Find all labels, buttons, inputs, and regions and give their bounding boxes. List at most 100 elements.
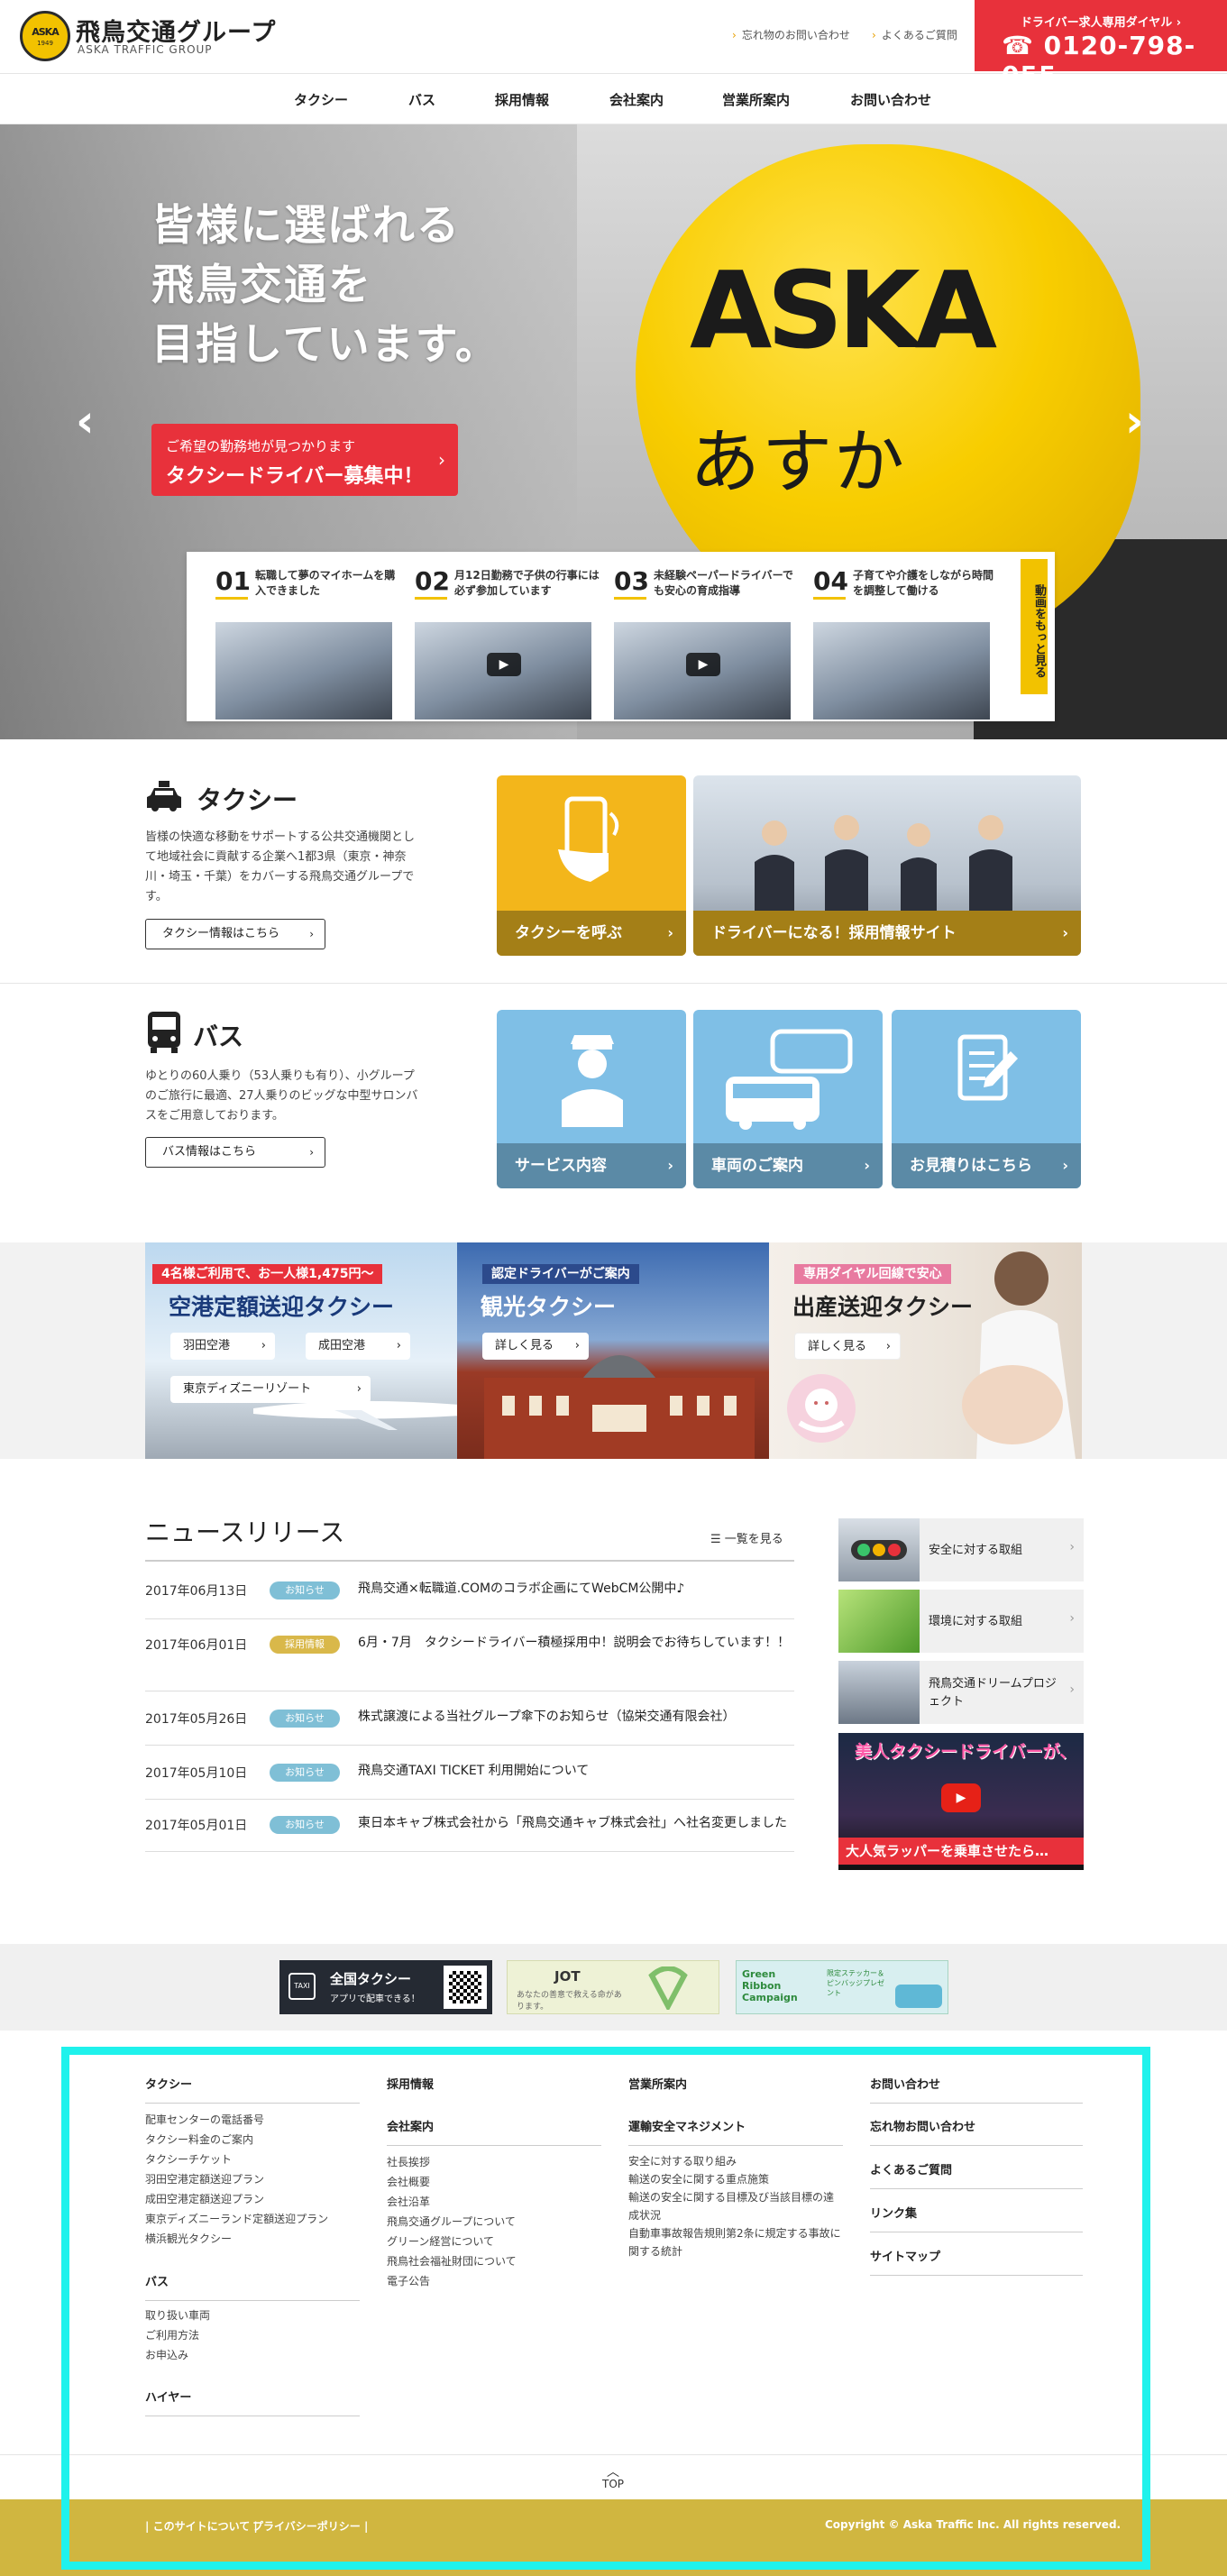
youtube-play-icon[interactable]: ▶ (941, 1783, 981, 1812)
tile-call-taxi[interactable]: タクシーを呼ぶ › (497, 775, 686, 956)
taxi-info-button[interactable]: タクシー情報はこちら › (145, 919, 325, 949)
driver-dial-box[interactable]: ドライバー求人専用ダイヤル › ☎ 0120-798-055 (975, 0, 1227, 90)
footer-heading[interactable]: ハイヤー (145, 2388, 360, 2416)
footer-link[interactable]: 社長挨拶 (387, 2152, 517, 2172)
footer-heading[interactable]: よくあるご質問 (870, 2160, 1083, 2189)
hero-recruit-button[interactable]: ご希望の勤務地が見つかります タクシードライバー募集中！ › (151, 424, 458, 496)
nav-item-contact[interactable]: お問い合わせ (850, 90, 931, 109)
footer-link[interactable]: 輸送の安全に関する重点施策 (628, 2170, 843, 2188)
news-row[interactable]: 2017年06月13日 お知らせ 飛鳥交通×転職道.COMのコラボ企画にてWeb… (145, 1562, 794, 1619)
video-thumbnail[interactable] (215, 622, 392, 720)
logo-mark[interactable]: ASKA 1949 (20, 11, 70, 61)
footer-link[interactable]: 安全に対する取り組み (628, 2152, 843, 2170)
side-link-dream-project[interactable]: 飛鳥交通ドリームプロジェクト › (838, 1661, 1084, 1724)
footer-heading[interactable]: お問い合わせ (870, 2075, 1083, 2104)
footer-heading[interactable]: バス (145, 2272, 360, 2301)
promo-button-disney[interactable]: 東京ディズニーリゾート › (170, 1376, 371, 1403)
footer-link[interactable]: 取り扱い車両 (145, 2306, 210, 2325)
nav-item-recruit[interactable]: 採用情報 (495, 90, 549, 109)
play-icon[interactable]: ▶ (686, 653, 720, 676)
footer-link[interactable]: 輸送の安全に関する目標及び当該目標の達成状況 (628, 2188, 843, 2224)
util-link-faq[interactable]: › よくあるご質問 (872, 27, 957, 42)
nav-item-taxi[interactable]: タクシー (294, 90, 348, 109)
footer-link[interactable]: 成田空港定額送迎プラン (145, 2189, 328, 2209)
news-text[interactable]: 株式譲渡による当社グループ傘下のお知らせ（協栄交通有限会社） (358, 1706, 791, 1728)
nav-item-company[interactable]: 会社案内 (609, 90, 664, 109)
side-link-environment[interactable]: 環境に対する取組 › (838, 1590, 1084, 1653)
promo-button-haneda[interactable]: 羽田空港 › (170, 1333, 275, 1360)
footer-link[interactable]: 東京ディズニーランド定額送迎プラン (145, 2209, 328, 2229)
video-number: 02 (415, 566, 450, 596)
footer-link[interactable]: タクシー料金のご案内 (145, 2130, 328, 2150)
footer-link[interactable]: グリーン経営について (387, 2232, 517, 2251)
video-thumbnail[interactable]: ▶ (415, 622, 591, 720)
taxi-app-icon: TAXI (288, 1973, 316, 2000)
footer-bottom-link[interactable]: | このサイトについて | (145, 2518, 258, 2534)
tile-bus-service[interactable]: サービス内容 › (497, 1010, 686, 1188)
footer-link[interactable]: 電子公告 (387, 2271, 517, 2291)
video-thumbnail[interactable] (813, 622, 990, 720)
chevron-right-icon: › (732, 29, 737, 41)
nav-item-bus[interactable]: バス (408, 90, 435, 109)
news-text[interactable]: 東日本キャブ株式会社から「飛鳥交通キャブ株式会社」へ社名変更しました (358, 1812, 791, 1834)
footer-link[interactable]: お申込み (145, 2345, 210, 2365)
slider-prev-icon[interactable]: ‹ (76, 395, 95, 447)
video-thumbnail[interactable]: ▶ (614, 622, 791, 720)
tile-bus-estimate[interactable]: お見積りはこちら › (892, 1010, 1081, 1188)
promo-maternity[interactable]: 専用ダイヤル回線で安心 出産送迎タクシー 詳しく見る › (769, 1242, 1082, 1459)
footer-heading[interactable]: リンク集 (870, 2204, 1083, 2232)
news-row[interactable]: 2017年05月10日 お知らせ 飛鳥交通TAXI TICKET 利用開始につい… (145, 1746, 794, 1800)
green-ribbon-icon (643, 1966, 693, 2012)
bus-description: ゆとりの60人乗り（53人乗りも有り）、小グループのご旅行に最適、27人乗りのビ… (145, 1069, 418, 1123)
banner-green-ribbon[interactable]: Green Ribbon Campaign 限定ステッカー＆ピンバッジプレゼント (736, 1960, 948, 2014)
footer-heading[interactable]: 忘れ物お問い合わせ (870, 2117, 1083, 2146)
bus-info-button[interactable]: バス情報はこちら › (145, 1137, 325, 1168)
play-icon[interactable]: ▶ (487, 653, 521, 676)
news-text[interactable]: 6月・7月 タクシードライバー積極採用中！説明会でお待ちしています！！ (358, 1632, 791, 1654)
promo-button-details[interactable]: 詳しく見る › (482, 1333, 589, 1360)
footer-heading[interactable]: 運輸安全マネジメント (628, 2117, 843, 2146)
news-row[interactable]: 2017年05月26日 お知らせ 株式譲渡による当社グループ傘下のお知らせ（協栄… (145, 1691, 794, 1746)
footer-link[interactable]: 会社沿革 (387, 2192, 517, 2212)
footer-link[interactable]: 横浜観光タクシー (145, 2229, 328, 2249)
footer-heading[interactable]: 採用情報 (387, 2075, 434, 2092)
news-list-label: 一覧を見る (724, 1533, 783, 1546)
promo-button-details[interactable]: 詳しく見る › (794, 1333, 901, 1360)
footer-bottom-link[interactable]: プライバシーポリシー | (252, 2518, 368, 2534)
back-to-top-button[interactable]: ︿ TOP (598, 2466, 628, 2499)
nav-item-offices[interactable]: 営業所案内 (722, 90, 790, 109)
footer-link[interactable]: 羽田空港定額送迎プラン (145, 2169, 328, 2189)
footer-heading[interactable]: サイトマップ (870, 2247, 1083, 2276)
footer-link[interactable]: 飛鳥交通グループについて (387, 2212, 517, 2232)
video-banner[interactable]: 美人タクシードライバーが、 ▶ 大人気ラッパーを乗車させたら… (838, 1733, 1084, 1870)
banner-jot[interactable]: JOT あなたの善意で救える命があります。 (507, 1960, 719, 2014)
slider-next-icon[interactable]: › (1125, 395, 1144, 447)
footer-heading[interactable]: タクシー (145, 2075, 360, 2104)
footer-link[interactable]: 会社概要 (387, 2172, 517, 2192)
side-link-safety[interactable]: 安全に対する取組 › (838, 1518, 1084, 1581)
promo-button-narita[interactable]: 成田空港 › (306, 1333, 410, 1360)
footer-heading[interactable]: 会社案内 (387, 2117, 601, 2146)
footer-heading[interactable]: 営業所案内 (628, 2075, 687, 2092)
tile-bus-vehicles[interactable]: 車両のご案内 › (693, 1010, 883, 1188)
footer-link[interactable]: ご利用方法 (145, 2325, 210, 2345)
news-text[interactable]: 飛鳥交通×転職道.COMのコラボ企画にてWebCM公開中♪ (358, 1578, 791, 1600)
news-row[interactable]: 2017年05月01日 お知らせ 東日本キャブ株式会社から「飛鳥交通キャブ株式会… (145, 1800, 794, 1852)
hero-title-line: 皆様に選ばれる (151, 201, 461, 251)
chevron-right-icon: › (396, 1339, 401, 1352)
more-videos-button[interactable]: 動画をもっと見る (1021, 559, 1048, 694)
news-row[interactable]: 2017年06月01日 採用情報 6月・7月 タクシードライバー積極採用中！説明… (145, 1619, 794, 1691)
footer-link[interactable]: 自動車事故報告規則第2条に規定する事故に関する統計 (628, 2224, 843, 2260)
banner-ribbon-text: 限定ステッカー＆ピンバッジプレゼント (827, 1969, 884, 1997)
logo-year: 1949 (37, 39, 53, 47)
util-link-lost-items[interactable]: › 忘れ物のお問い合わせ (732, 27, 850, 42)
banner-zenkoku-taxi[interactable]: TAXI 全国タクシー アプリで配車できる！ (279, 1960, 492, 2014)
promo-airport[interactable]: 4名様ご利用で、お一人様1,475円〜 空港定額送迎タクシー 羽田空港 › 成田空… (145, 1242, 457, 1459)
news-list-link[interactable]: ☰ 一覧を見る (710, 1529, 783, 1546)
promo-sightseeing[interactable]: 認定ドライバーがご案内 観光タクシー 詳しく見る › (457, 1242, 769, 1459)
footer-link[interactable]: 飛鳥社会福祉財団について (387, 2251, 517, 2271)
footer-link[interactable]: 配車センターの電話番号 (145, 2110, 328, 2130)
news-text[interactable]: 飛鳥交通TAXI TICKET 利用開始について (358, 1760, 791, 1782)
footer-link[interactable]: タクシーチケット (145, 2150, 328, 2169)
tile-recruit-site[interactable]: ドライバーになる！採用情報サイト › (693, 775, 1081, 956)
